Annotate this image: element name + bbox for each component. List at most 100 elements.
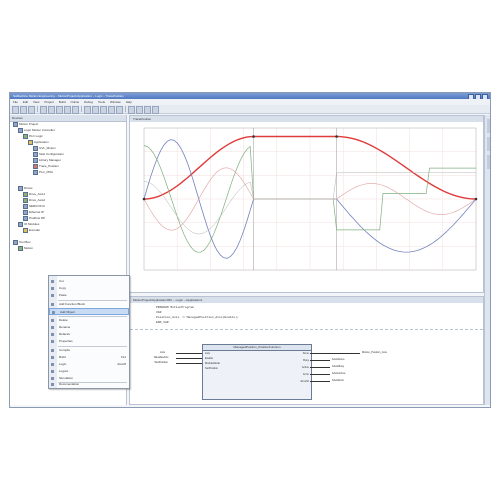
fb-input-variable[interactable]: Axis [160, 351, 165, 354]
trace-marker [142, 197, 146, 201]
tree-item[interactable]: Library Manager [33, 158, 61, 163]
context-menu-item-documentation[interactable]: Documentation [49, 381, 129, 387]
refactor-icon [51, 333, 54, 336]
function-block[interactable]: ManagedPosition_PositionFunction Axis En… [202, 344, 312, 400]
tree-item[interactable]: Drives [18, 186, 33, 191]
context-menu-item-properties[interactable]: Properties [49, 338, 129, 345]
trace-chart[interactable] [130, 122, 483, 292]
tree-item[interactable]: PLC_PRG [33, 170, 53, 175]
side-toolstrip [484, 115, 490, 405]
connection-wire [310, 367, 330, 368]
step-into-icon[interactable] [128, 106, 135, 114]
code-line[interactable]: END_VAR [156, 321, 169, 324]
fb-output-pin: Active [301, 366, 309, 369]
copy-icon[interactable] [64, 106, 71, 114]
tree-item[interactable]: Ethernet IP [23, 210, 44, 215]
ide-window: SoMachine Motion Engineering – MotionPro… [9, 92, 491, 408]
folder-icon [18, 222, 23, 227]
folder-icon [18, 186, 23, 191]
tree-item[interactable]: IO Modules [18, 222, 39, 227]
stop-icon[interactable] [116, 106, 123, 114]
logout-icon[interactable] [100, 106, 107, 114]
open-icon[interactable] [20, 106, 27, 114]
code-line[interactable]: PROGRAM MotionProgram [156, 306, 194, 309]
code-line[interactable]: VAR [156, 311, 161, 314]
tree-item[interactable]: Profibus DP [23, 216, 45, 221]
watch-tab[interactable] [487, 155, 490, 169]
library-icon [33, 158, 38, 163]
tree-item[interactable]: Application [28, 140, 49, 145]
fb-input-pin: ModuleMode [205, 362, 220, 365]
context-menu-item-rename[interactable]: Rename [49, 324, 129, 331]
tree-item[interactable]: SERCOS III [23, 204, 45, 209]
shortcut-label: F11 [121, 355, 126, 359]
fb-input-variable[interactable]: rSetPosition [154, 361, 168, 364]
application-icon [28, 140, 33, 145]
controller-icon [18, 128, 23, 133]
context-menu-item-login[interactable]: Login Alt+F8 [49, 361, 129, 368]
context-menu-item-add-object[interactable]: Add Object [49, 308, 129, 315]
context-menu-item-copy[interactable]: Copy [49, 285, 129, 292]
context-menu-item-paste[interactable]: Paste [49, 292, 129, 299]
context-menu-item-cut[interactable]: Cut [49, 278, 129, 285]
context-menu-item-compile[interactable]: Compile [49, 347, 129, 354]
tree-item[interactable]: Trace_Position [33, 164, 59, 169]
context-menu-item-build[interactable]: Build F11 [49, 354, 129, 361]
undo-icon[interactable] [40, 106, 47, 114]
fb-output-variable[interactable]: bAxisDone [332, 358, 345, 361]
fb-output-variable[interactable]: bAxisBusy [332, 365, 344, 368]
context-menu: Cut Copy Paste Add Function Block Add Ob… [48, 275, 130, 389]
context-menu-item-delete[interactable]: Delete [49, 317, 129, 324]
zoom-icon[interactable] [152, 106, 159, 114]
paste-icon[interactable] [72, 106, 79, 114]
tree-item[interactable]: Drive_Axis2 [23, 198, 45, 203]
fb-output-variable[interactable]: Motion_Position_Axis [362, 351, 387, 354]
variable-list-icon [33, 146, 38, 151]
tree-item[interactable]: PLC Logic [23, 134, 43, 139]
fb-input-pin: Axis [205, 352, 210, 355]
tree-item[interactable]: Motion [18, 246, 33, 251]
tree-item[interactable]: Tool Box [13, 240, 31, 245]
trace-marker [252, 135, 255, 138]
tree-item[interactable]: GVL_Motion [33, 146, 56, 151]
context-menu-item-refactor[interactable]: Refactor [49, 331, 129, 338]
step-over-icon[interactable] [136, 106, 143, 114]
tree-item[interactable]: Motion Project [13, 122, 38, 127]
connection-wire [310, 374, 330, 375]
fb-output-pin: Done [302, 352, 309, 355]
fb-input-variable[interactable]: bEnableAxis [154, 356, 168, 359]
save-icon[interactable] [28, 106, 35, 114]
fb-output-variable[interactable]: bAxisActive [332, 372, 345, 375]
breakpoint-icon[interactable] [144, 106, 151, 114]
drive-icon [23, 192, 28, 197]
rename-icon [51, 326, 54, 329]
connection-wire [176, 353, 202, 354]
delete-icon [51, 319, 54, 322]
task-icon [33, 152, 38, 157]
build-icon[interactable] [84, 106, 91, 114]
fb-input-pin: Enable [205, 357, 214, 360]
properties-tab[interactable] [487, 119, 490, 133]
login-icon[interactable] [92, 106, 99, 114]
run-icon[interactable] [108, 106, 115, 114]
tree-item[interactable]: Task Configuration [33, 152, 64, 157]
context-menu-item-logout[interactable]: Logout [49, 368, 129, 375]
simulation-icon [51, 377, 54, 380]
context-menu-item-add-function-block[interactable]: Add Function Block [49, 301, 129, 308]
tree-item[interactable]: Encoder [23, 228, 40, 233]
code-editor: MotionProject/Application/MC – Logic – A… [129, 296, 484, 405]
cut-icon[interactable] [56, 106, 63, 114]
tree-item[interactable]: Logic Motion Controller [18, 128, 55, 133]
program-icon [33, 170, 38, 175]
trace-view: TracePosition [129, 115, 484, 293]
tree-item[interactable]: Drive_Axis1 [23, 192, 45, 197]
toolbox-tab[interactable] [487, 137, 490, 151]
new-icon[interactable] [12, 106, 19, 114]
fb-output-variable[interactable]: bAxisError [332, 379, 344, 382]
redo-icon[interactable] [48, 106, 55, 114]
login-icon [51, 363, 54, 366]
window-title: SoMachine Motion Engineering – MotionPro… [13, 94, 124, 98]
fb-input-pin: SetPosition [205, 367, 219, 370]
code-line[interactable]: Position_Axis := ManagedPosition_Axis(En… [156, 316, 239, 319]
editor-tab[interactable]: MotionProject/Application/MC – Logic – A… [130, 297, 483, 303]
